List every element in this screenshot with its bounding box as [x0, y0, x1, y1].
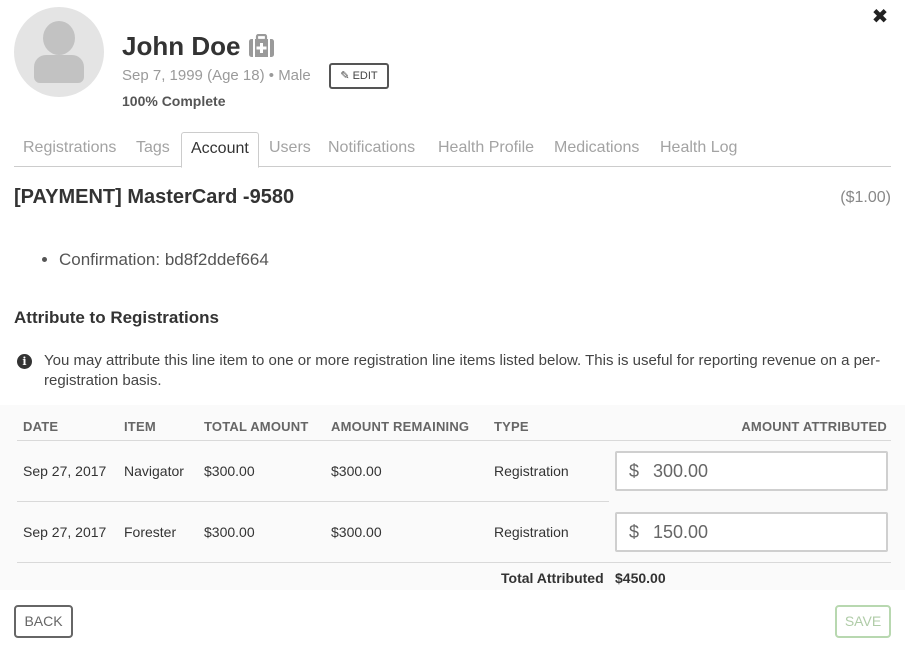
- confirmation-item: Confirmation: bd8f2ddef664: [59, 248, 269, 272]
- payment-amount: ($1.00): [840, 189, 891, 206]
- tab-health-log[interactable]: Health Log: [651, 132, 746, 167]
- amount-attributed-value: 150.00: [653, 522, 709, 542]
- amount-attributed-input[interactable]: $ 300.00: [615, 451, 888, 491]
- attribution-table: DATE ITEM TOTAL AMOUNT AMOUNT REMAINING …: [0, 405, 905, 590]
- column-header-total-amount: TOTAL AMOUNT: [204, 419, 309, 434]
- tab-bar: Registrations Tags Account Users Notific…: [14, 132, 891, 168]
- column-header-item: ITEM: [124, 419, 156, 434]
- total-attributed-value: $450.00: [615, 570, 666, 586]
- cell-type: Registration: [494, 463, 569, 479]
- profile-completion: 100% Complete: [122, 93, 226, 109]
- save-button[interactable]: SAVE: [835, 605, 891, 638]
- cell-amount-remaining: $300.00: [331, 463, 382, 479]
- cell-item: Forester: [124, 524, 177, 540]
- cell-date: Sep 27, 2017: [23, 524, 107, 540]
- tab-tags[interactable]: Tags: [127, 132, 179, 167]
- edit-label: EDIT: [352, 70, 378, 82]
- avatar-head: [43, 21, 75, 55]
- avatar-body: [34, 55, 84, 83]
- tab-registrations[interactable]: Registrations: [14, 132, 125, 167]
- info-icon: i: [17, 354, 32, 369]
- back-button[interactable]: BACK: [14, 605, 73, 638]
- profile-name: John Doe: [122, 31, 241, 61]
- amount-attributed-value: 300.00: [653, 461, 709, 481]
- cell-date: Sep 27, 2017: [23, 463, 107, 479]
- dollar-sign: $: [629, 461, 640, 481]
- tab-health-profile[interactable]: Health Profile: [429, 132, 543, 167]
- cell-item: Navigator: [124, 463, 184, 479]
- pencil-icon: ✎: [340, 70, 350, 82]
- tab-account[interactable]: Account: [181, 132, 259, 168]
- attribute-heading: Attribute to Registrations: [14, 308, 219, 327]
- total-attributed-label: Total Attributed: [501, 570, 604, 586]
- close-button[interactable]: ✖: [869, 6, 891, 28]
- amount-attributed-input[interactable]: $ 150.00: [615, 512, 888, 552]
- avatar: [14, 7, 104, 97]
- column-header-amount-remaining: AMOUNT REMAINING: [331, 419, 470, 434]
- attribute-info-text: You may attribute this line item to one …: [44, 352, 881, 389]
- tab-medications[interactable]: Medications: [545, 132, 648, 167]
- cell-amount-remaining: $300.00: [331, 524, 382, 540]
- tab-users[interactable]: Users: [260, 132, 320, 167]
- cell-type: Registration: [494, 524, 569, 540]
- column-header-amount-attributed: AMOUNT ATTRIBUTED: [741, 419, 887, 434]
- tab-notifications[interactable]: Notifications: [319, 132, 424, 167]
- table-bottom-divider: [17, 562, 891, 563]
- profile-dob-gender: Sep 7, 1999 (Age 18) • Male: [122, 67, 311, 84]
- column-header-type: TYPE: [494, 419, 529, 434]
- row-divider: [17, 501, 609, 502]
- confirmation-list: Confirmation: bd8f2ddef664: [14, 248, 269, 272]
- cell-total-amount: $300.00: [204, 463, 255, 479]
- edit-button[interactable]: ✎ EDIT: [329, 63, 389, 89]
- medkit-icon: [249, 34, 274, 57]
- payment-title: [PAYMENT] MasterCard -9580: [14, 186, 295, 208]
- column-header-date: DATE: [23, 419, 59, 434]
- cell-total-amount: $300.00: [204, 524, 255, 540]
- header-divider: [17, 440, 891, 441]
- dollar-sign: $: [629, 522, 640, 542]
